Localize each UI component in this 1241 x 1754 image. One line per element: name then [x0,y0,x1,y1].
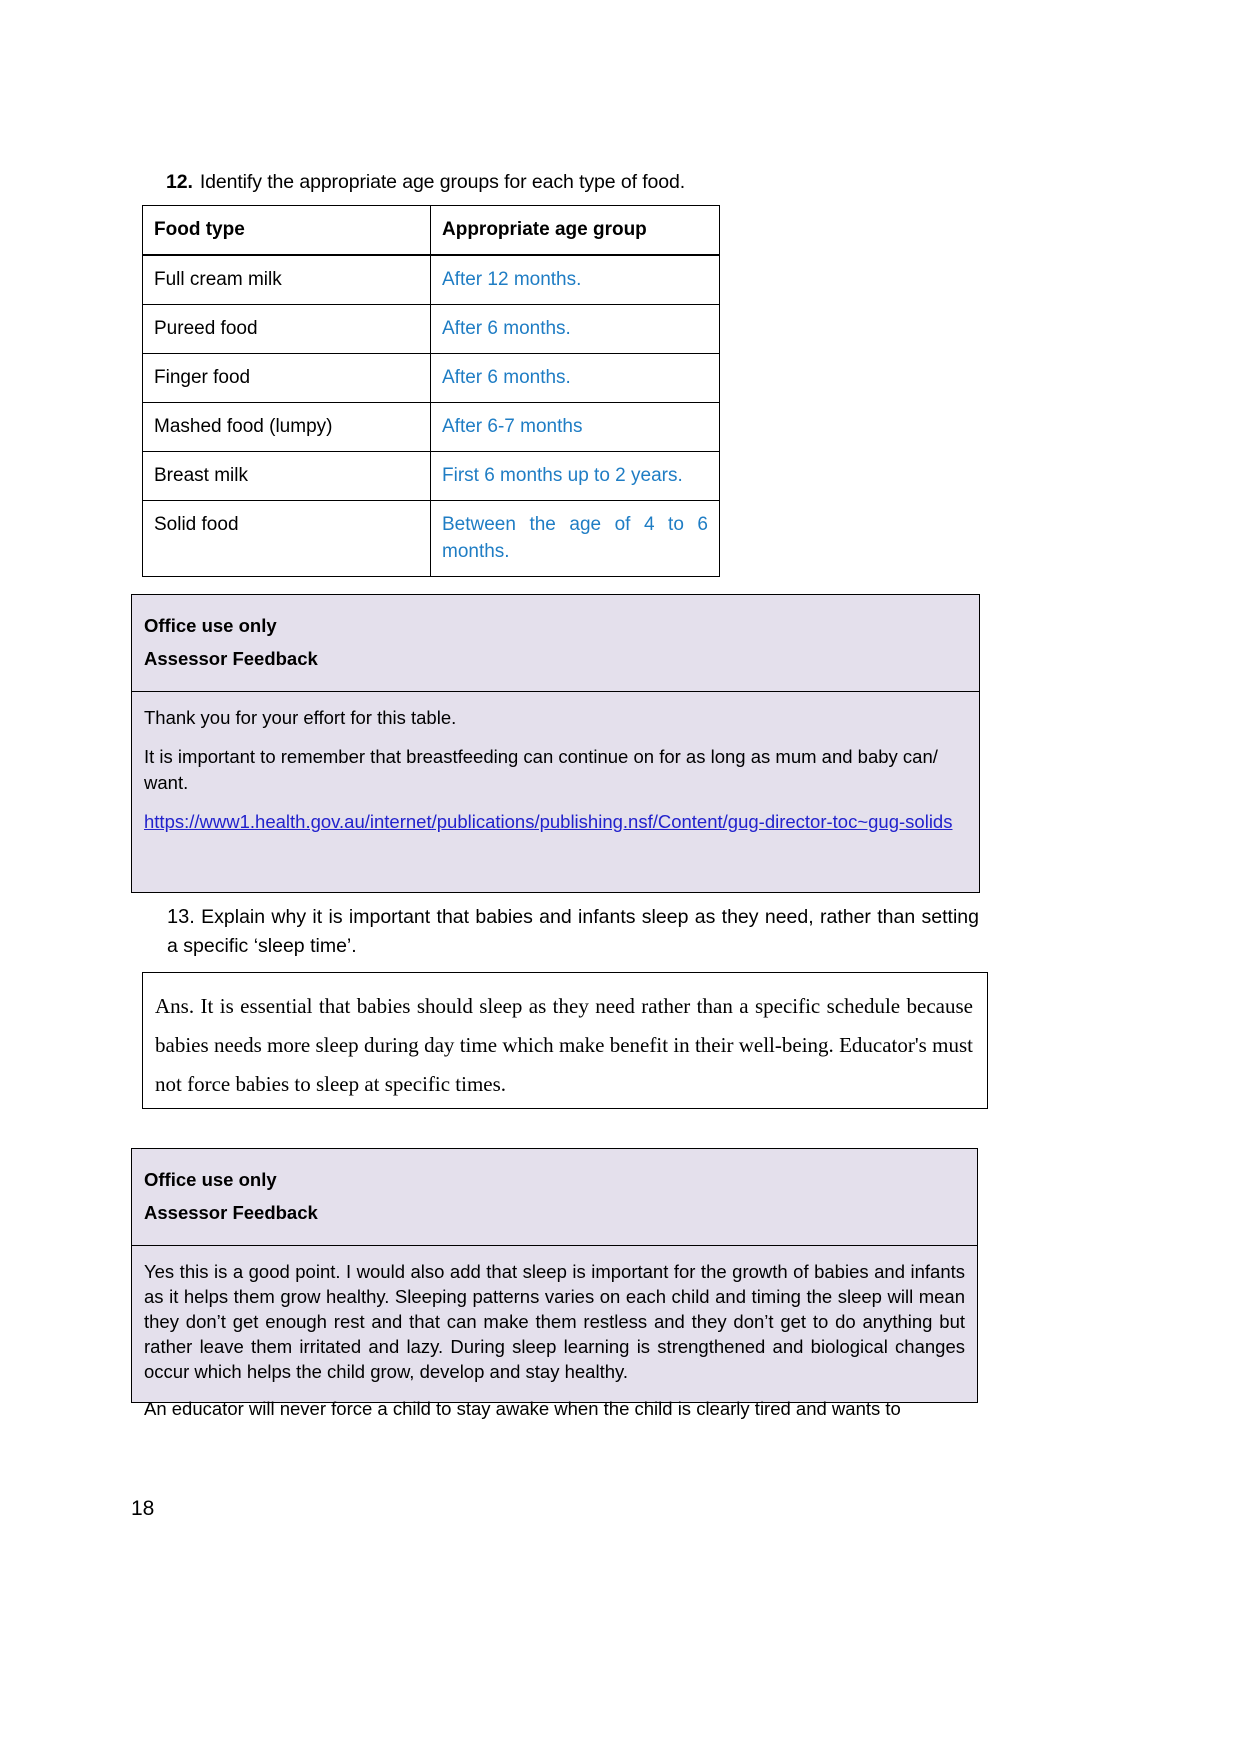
table-row: Solid food Between the age of 4 to 6 mon… [142,500,720,577]
column-header-food-type: Food type [142,205,431,256]
feedback-header: Office use only Assessor Feedback [132,595,979,692]
assessor-feedback-label: Assessor Feedback [144,648,318,669]
question-13-heading: 13. Explain why it is important that bab… [167,903,979,961]
question-12-heading: 12. Identify the appropriate age groups f… [166,168,966,196]
question-13-number: 13. [167,906,195,928]
cell-food-type: Finger food [142,353,431,403]
feedback-paragraph: An educator will never force a child to … [144,1398,901,1419]
cell-food-type: Mashed food (lumpy) [142,402,431,452]
answer-text: Ans. It is essential that babies should … [155,994,973,1096]
health-gov-au-link[interactable]: https://www1.health.gov.au/internet/publ… [144,811,952,832]
office-use-only-label: Office use only [144,615,277,636]
feedback-body: Thank you for your effort for this table… [132,692,979,849]
table-header-row: Food type Appropriate age group [142,205,720,256]
table-row: Finger food After 6 months. [142,353,720,403]
question-12-text: Identify the appropriate age groups for … [199,171,686,193]
feedback-paragraph: Thank you for your effort for this table… [144,707,457,728]
feedback-paragraph: Yes this is a good point. I would also a… [144,1261,965,1382]
cell-age-group: After 12 months. [430,254,720,305]
cell-food-type: Breast milk [142,451,431,501]
cell-food-type: Solid food [142,500,431,577]
question-13-text: Explain why it is important that babies … [167,906,979,957]
cell-age-group: First 6 months up to 2 years. [430,451,720,501]
cell-food-type: Pureed food [142,304,431,354]
table-row: Mashed food (lumpy) After 6-7 months [142,402,720,452]
feedback-paragraph: It is important to remember that breastf… [144,746,938,793]
cell-age-group: Between the age of 4 to 6 months. [430,500,720,577]
cell-age-group: After 6 months. [430,353,720,403]
assessor-feedback-label: Assessor Feedback [144,1202,318,1223]
feedback-body: Yes this is a good point. I would also a… [132,1246,977,1447]
food-age-table: Food type Appropriate age group Full cre… [142,205,720,577]
office-use-only-label: Office use only [144,1169,277,1190]
feedback-link-paragraph: https://www1.health.gov.au/internet/publ… [144,809,967,835]
question-12-number: 12. [166,171,193,193]
table-row: Full cream milk After 12 months. [142,254,720,305]
cell-age-group: After 6 months. [430,304,720,354]
page-number: 18 [131,1497,155,1520]
question-13-answer-box[interactable]: Ans. It is essential that babies should … [142,972,988,1109]
cell-food-type: Full cream milk [142,254,431,305]
table-row: Pureed food After 6 months. [142,304,720,354]
assessor-feedback-box-2: Office use only Assessor Feedback Yes th… [131,1148,978,1419]
assessor-feedback-box-1: Office use only Assessor Feedback Thank … [131,594,980,893]
feedback-header: Office use only Assessor Feedback [132,1149,977,1246]
column-header-age-group: Appropriate age group [430,205,720,256]
table-row: Breast milk First 6 months up to 2 years… [142,451,720,501]
cell-age-group: After 6-7 months [430,402,720,452]
document-page: 12. Identify the appropriate age groups f… [0,0,1241,1754]
